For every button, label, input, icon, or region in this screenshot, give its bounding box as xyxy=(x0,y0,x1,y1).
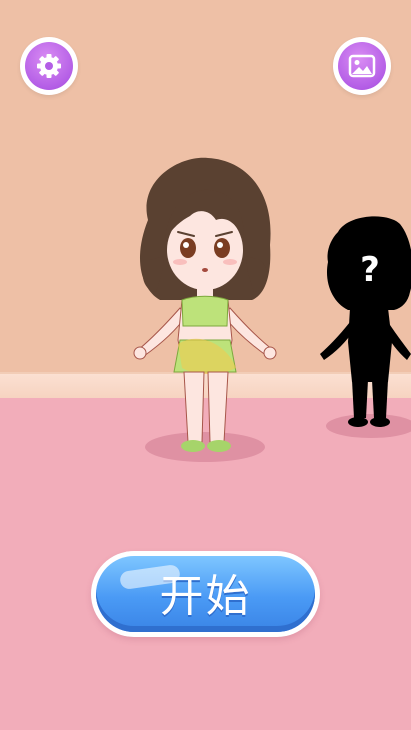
girl-character[interactable] xyxy=(120,150,290,460)
gallery-button[interactable] xyxy=(333,37,391,95)
image-icon xyxy=(348,54,376,78)
gear-icon xyxy=(37,54,61,78)
settings-button[interactable] xyxy=(20,37,78,95)
start-button[interactable]: 开始 xyxy=(91,551,320,637)
silhouette-character[interactable] xyxy=(318,212,411,432)
question-mark: ? xyxy=(360,250,380,290)
start-button-face[interactable]: 开始 xyxy=(96,556,315,632)
